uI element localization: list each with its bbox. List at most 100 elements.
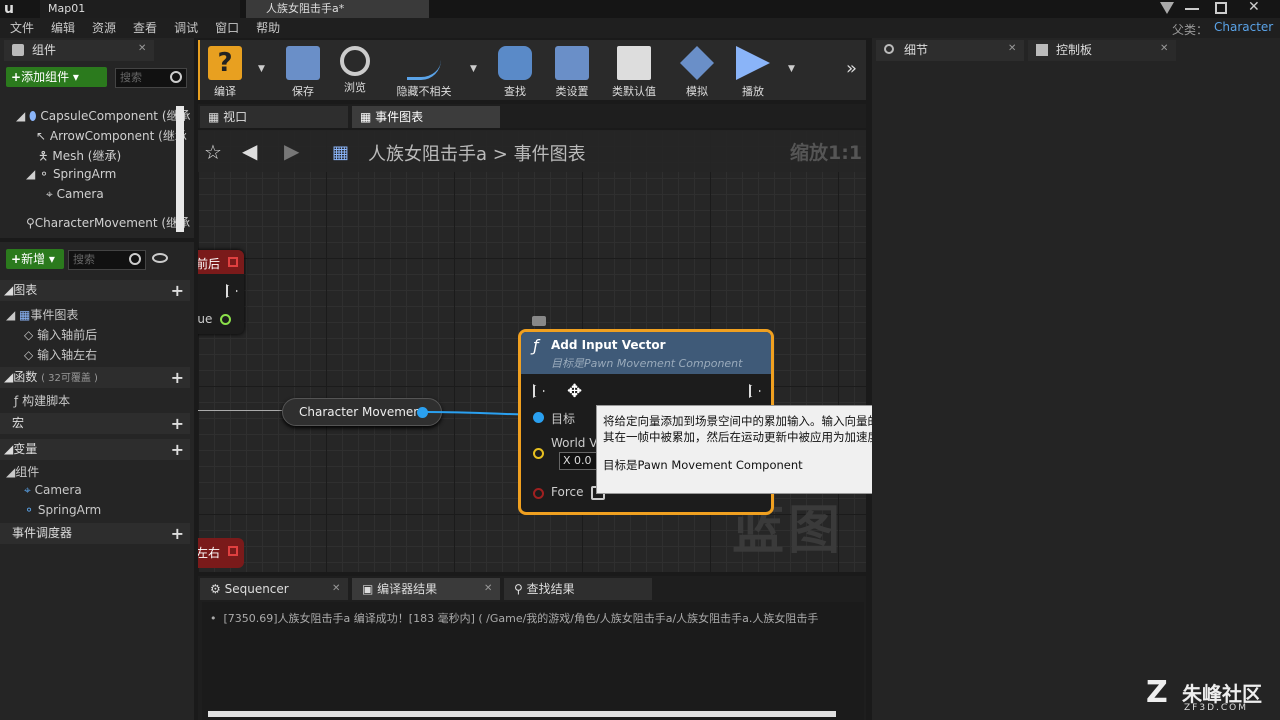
menu-view[interactable]: 查看 <box>133 18 157 38</box>
menu-window[interactable]: 窗口 <box>215 18 239 38</box>
tree-item-arrow[interactable]: ↖ ArrowComponent (继承 <box>36 127 187 144</box>
new-button[interactable]: +新增 ▾ <box>6 249 64 269</box>
compile-icon: ? <box>208 46 242 80</box>
class-defaults-button[interactable]: 类默认值 <box>604 44 664 98</box>
viewport-icon: ▦ <box>208 110 220 124</box>
var-camera[interactable]: ⌖ Camera <box>24 483 82 498</box>
tab-compiler-results[interactable]: ▣ 编译器结果 <box>352 578 500 600</box>
force-pin-icon[interactable] <box>533 488 544 499</box>
section-variables[interactable]: ◢变量 + <box>0 439 190 460</box>
right-panel: 细节 ✕ 控制板 ✕ <box>872 38 1280 720</box>
tab-sequencer[interactable]: ⚙ Sequencer <box>200 578 348 600</box>
var-springarm[interactable]: ⚬ SpringArm <box>24 503 101 517</box>
menu-help[interactable]: 帮助 <box>256 18 280 38</box>
exec-in-pin-icon[interactable] <box>533 384 545 398</box>
tree-axis-right[interactable]: ◇ 输入轴左右 <box>24 346 97 363</box>
tab-viewport[interactable]: ▦ 视口 <box>200 106 348 128</box>
search-icon[interactable] <box>170 71 182 83</box>
add-dispatcher-icon[interactable]: + <box>171 523 184 544</box>
graph-icon: ▦ <box>19 308 31 322</box>
tree-components-group[interactable]: ◢组件 <box>6 463 39 480</box>
tree-item-capsule[interactable]: ◢ ⬮ CapsuleComponent (继承 <box>16 107 191 124</box>
add-macro-icon[interactable]: + <box>171 413 184 434</box>
puzzle-icon <box>12 44 24 56</box>
close-tab-icon[interactable]: ✕ <box>332 583 340 594</box>
find-results-icon: ⚲ <box>514 582 523 596</box>
simulate-button[interactable]: 模拟 <box>670 44 724 98</box>
search-icon[interactable] <box>129 253 141 265</box>
target-label: 目标 <box>551 412 576 426</box>
section-dispatchers[interactable]: 事件调度器 + <box>0 523 190 544</box>
browse-button[interactable]: 浏览 <box>328 44 382 96</box>
hide-unrelated-button[interactable]: 隐藏不相关 <box>390 44 458 98</box>
tree-event-graph[interactable]: ◢ ▦事件图表 <box>6 306 78 323</box>
add-graph-icon[interactable]: + <box>171 280 184 301</box>
save-icon <box>286 46 320 80</box>
play-button[interactable]: 播放 <box>726 44 780 98</box>
exec-out-pin-icon[interactable] <box>749 384 761 398</box>
tree-item-camera[interactable]: ⌖ Camera <box>46 187 104 202</box>
maximize-icon[interactable] <box>1215 2 1227 14</box>
minimize-icon[interactable] <box>1185 8 1199 10</box>
site-watermark-logo: Z 朱峰社区 ZF3D.COM <box>1146 676 1272 716</box>
tree-construct-script[interactable]: ƒ 构建脚本 <box>14 392 70 409</box>
tree-axis-forward[interactable]: ◇ 输入轴前后 <box>24 326 97 343</box>
tree-item-mesh[interactable]: 🯅 Mesh (继承) <box>38 147 121 168</box>
add-component-button[interactable]: +添加组件 ▾ <box>6 67 107 87</box>
graph-canvas[interactable]: ☆ ◀ ▶ ▦ 人族女阻击手a > 事件图表 缩放1:1 蓝图 前后 lue 左… <box>198 130 866 572</box>
camera-var-icon: ⌖ <box>24 483 31 497</box>
title-bar: u Map01 人族女阻击手a* ✕ <box>0 0 1280 18</box>
class-settings-button[interactable]: 类设置 <box>545 44 599 98</box>
menu-debug[interactable]: 调试 <box>174 18 198 38</box>
toolbar-overflow-icon[interactable]: » <box>846 58 857 79</box>
sequencer-icon: ⚙ <box>210 582 221 596</box>
arrow-icon: ↖ <box>36 129 47 143</box>
visibility-eye-icon[interactable] <box>152 253 168 263</box>
section-graphs[interactable]: ◢图表 + <box>0 280 190 301</box>
menu-asset[interactable]: 资源 <box>92 18 116 38</box>
palette-icon <box>1036 44 1048 56</box>
close-tab-icon[interactable]: ✕ <box>1160 43 1168 54</box>
find-button[interactable]: 查找 <box>488 44 542 98</box>
camera-icon: ⌖ <box>46 187 53 201</box>
menu-bar: 文件 编辑 资源 查看 调试 窗口 帮助 父类： Character <box>0 18 1280 38</box>
springarm-var-icon: ⚬ <box>24 503 35 517</box>
components-scrollbar[interactable] <box>176 106 184 232</box>
tab-map01[interactable]: Map01 <box>40 0 240 18</box>
play-options-chevron-icon[interactable]: ▼ <box>788 64 795 74</box>
log-line[interactable]: • [7350.69]人族女阻击手a 编译成功！[183 毫秒内] ( /Gam… <box>210 610 860 626</box>
close-icon[interactable]: ✕ <box>1248 0 1260 15</box>
compile-options-chevron-icon[interactable]: ▼ <box>258 64 265 74</box>
menu-edit[interactable]: 编辑 <box>51 18 75 38</box>
tab-find-results[interactable]: ⚲ 查找结果 <box>504 578 652 600</box>
add-variable-icon[interactable]: + <box>171 439 184 460</box>
move-cursor-icon: ✥ <box>567 381 583 402</box>
section-macros[interactable]: 宏 + <box>0 413 190 434</box>
tree-item-charmovement[interactable]: ⚲CharacterMovement (继承 <box>26 214 190 231</box>
notify-icon[interactable] <box>1160 2 1174 14</box>
world-vector-pin-icon[interactable] <box>533 448 544 459</box>
menu-file[interactable]: 文件 <box>10 18 34 38</box>
add-function-icon[interactable]: + <box>171 367 184 388</box>
tree-item-springarm[interactable]: ◢ ⚬ SpringArm <box>26 167 116 181</box>
tab-details[interactable]: 细节 <box>876 40 1024 61</box>
tab-palette[interactable]: 控制板 <box>1028 40 1176 61</box>
tab-blueprint[interactable]: 人族女阻击手a* <box>246 0 429 18</box>
log-horizontal-scrollbar[interactable] <box>208 711 836 717</box>
save-button[interactable]: 保存 <box>276 44 330 98</box>
parent-class-link[interactable]: Character <box>1214 20 1273 34</box>
section-functions[interactable]: ◢函数 ( 32可覆盖 ) + <box>0 367 190 388</box>
close-tab-icon[interactable]: ✕ <box>138 43 146 54</box>
world-vector-label: World V <box>551 436 598 450</box>
node-title: Add Input Vector <box>551 338 666 352</box>
close-tab-icon[interactable]: ✕ <box>484 583 492 594</box>
close-tab-icon[interactable]: ✕ <box>1008 43 1016 54</box>
components-panel: 组件 ✕ +添加组件 ▾ 搜索 ◢ ⬮ CapsuleComponent (继承… <box>0 38 194 238</box>
comment-bubble-icon[interactable] <box>532 316 546 326</box>
compile-button[interactable]: ? 编译 <box>198 44 252 98</box>
tab-event-graph[interactable]: ▦ 事件图表 <box>352 106 500 128</box>
hide-unrelated-chevron-icon[interactable]: ▼ <box>470 64 477 74</box>
target-pin-icon[interactable] <box>533 412 544 423</box>
binoculars-icon <box>498 46 532 80</box>
components-tab[interactable]: 组件 <box>4 40 154 61</box>
